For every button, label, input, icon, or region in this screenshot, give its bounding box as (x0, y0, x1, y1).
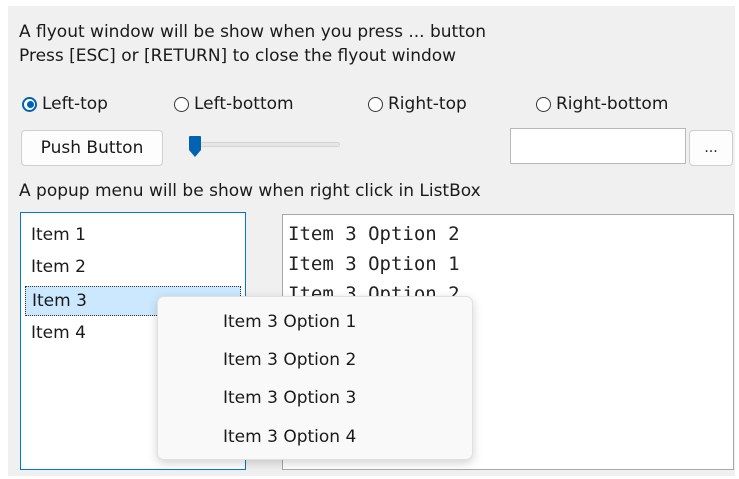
slider-track[interactable] (196, 142, 340, 147)
radio-unchecked-icon (536, 96, 551, 112)
list-item[interactable]: Item 1 (25, 221, 241, 251)
radio-label: Left-top (42, 94, 108, 114)
popup-menu-item-4[interactable]: Item 3 Option 4 (223, 426, 356, 448)
popup-menu-item-3[interactable]: Item 3 Option 3 (223, 387, 356, 409)
flyout-info-line-1: A flyout window will be show when you pr… (19, 22, 487, 42)
radio-checked-icon (22, 96, 37, 112)
list-item[interactable]: Item 2 (25, 253, 241, 283)
text-line: Item 3 Option 1 (288, 253, 460, 275)
slider-thumb[interactable] (188, 135, 202, 158)
radio-unchecked-icon (174, 96, 189, 112)
popup-menu: Item 3 Option 1 Item 3 Option 2 Item 3 O… (157, 296, 473, 460)
text-line: Item 3 Option 2 (288, 223, 460, 245)
radio-label: Right-top (388, 94, 467, 114)
ellipsis-button[interactable]: ... (689, 130, 733, 166)
flyout-info-line-2: Press [ESC] or [RETURN] to close the fly… (19, 46, 457, 66)
radio-label: Right-bottom (556, 94, 669, 114)
popup-info-text: A popup menu will be show when right cli… (19, 181, 481, 201)
radio-unchecked-icon (368, 96, 383, 112)
radio-left-top[interactable]: Left-top (22, 92, 108, 116)
flyout-edit-field[interactable] (510, 128, 686, 164)
popup-menu-item-2[interactable]: Item 3 Option 2 (223, 349, 356, 371)
push-button[interactable]: Push Button (21, 130, 163, 166)
popup-menu-item-1[interactable]: Item 3 Option 1 (223, 311, 356, 333)
radio-label: Left-bottom (194, 94, 294, 114)
radio-right-bottom[interactable]: Right-bottom (536, 92, 668, 116)
radio-left-bottom[interactable]: Left-bottom (174, 92, 294, 116)
radio-right-top[interactable]: Right-top (368, 92, 467, 116)
